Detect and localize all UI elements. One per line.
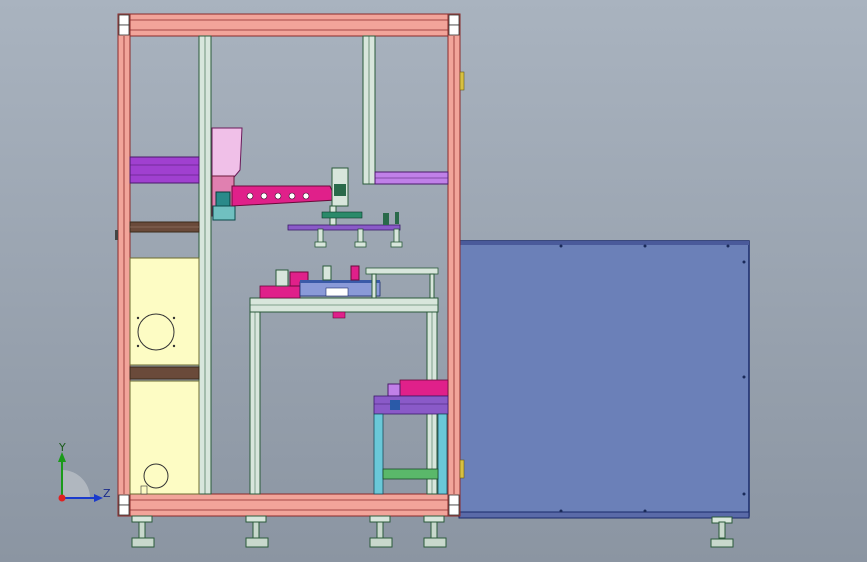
fixture-guide-rail[interactable] (365, 267, 439, 275)
cart-deck[interactable] (373, 395, 449, 415)
triad-origin-icon (58, 494, 66, 502)
cart-crossbar (382, 468, 439, 480)
door-hinge-top (459, 71, 465, 91)
frame-bottom-beam[interactable] (117, 493, 461, 517)
frame-top-beam[interactable] (117, 13, 461, 37)
door-hinge-bottom (459, 459, 465, 479)
cabinet-bottom-rail (458, 511, 750, 519)
cart-leg-right[interactable] (437, 413, 448, 495)
cabinet-top-edge (459, 241, 749, 245)
y-axis-label: Y (58, 441, 66, 454)
cart-leg-left[interactable] (373, 413, 384, 495)
z-axis-label: Z (103, 487, 111, 500)
cabinet-panel[interactable] (458, 240, 750, 517)
control-box-lower[interactable] (129, 380, 200, 495)
cabinet-foot-stem (718, 521, 726, 539)
assembly-drawing[interactable]: Y Z (0, 0, 867, 562)
cart-top-block[interactable] (399, 379, 449, 397)
cabinet-foot-pad (710, 538, 734, 548)
electrical-boxes[interactable] (129, 257, 200, 495)
side-handle (115, 230, 118, 240)
gripper-bar[interactable] (287, 224, 401, 231)
side-cabinet[interactable] (458, 240, 750, 548)
purple-beam-left[interactable] (129, 156, 200, 184)
box-divider-rail (129, 366, 200, 380)
cad-viewport[interactable]: Y Z (0, 0, 867, 562)
control-box-upper[interactable] (129, 257, 200, 366)
fixture-base-magenta[interactable] (259, 285, 301, 299)
